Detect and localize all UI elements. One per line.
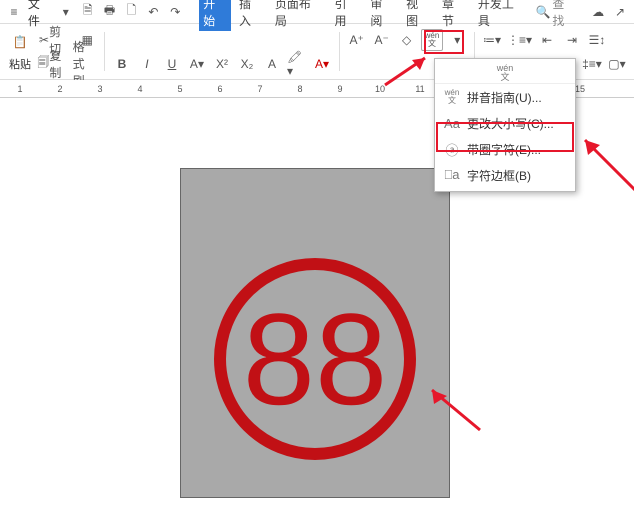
tab-pagelayout[interactable]: 页面布局 <box>271 0 327 31</box>
ruler-number: 11 <box>415 84 424 94</box>
ruler-number: 1 <box>17 84 22 94</box>
ruler-number: 8 <box>297 84 302 94</box>
ruler-number: 2 <box>57 84 62 94</box>
menu-enclosed-character[interactable]: ⓐ 带圈字符(E)... <box>435 136 575 162</box>
font-dropdown[interactable]: A▾ <box>186 53 208 75</box>
dropdown-header: wén文 <box>435 62 575 84</box>
line-spacing-button[interactable]: ‡≡▾ <box>581 53 603 75</box>
doc-icon[interactable]: 🗎 <box>80 4 96 20</box>
ruler-number: 7 <box>257 84 262 94</box>
undo-icon[interactable]: ↶ <box>145 4 161 20</box>
change-case-icon: Aa <box>443 116 461 131</box>
ruler-number: 5 <box>177 84 182 94</box>
tab-devtools[interactable]: 开发工具 <box>474 0 530 31</box>
preview-icon[interactable]: 🗋 <box>124 4 140 20</box>
subscript-button[interactable]: X₂ <box>236 53 258 75</box>
indent-dec-button[interactable]: ⇤ <box>536 29 558 51</box>
char-border-icon: ⎕a <box>443 167 461 183</box>
text-effect-button[interactable]: A <box>261 53 283 75</box>
phonetic-guide-button[interactable]: wén 文 <box>421 29 444 51</box>
cloud-icon[interactable]: ☁ <box>590 4 606 20</box>
search-box[interactable]: 🔍 查找 <box>535 0 576 29</box>
underline-button[interactable]: U <box>161 53 183 75</box>
tab-insert[interactable]: 插入 <box>235 0 267 31</box>
phonetic-dropdown-arrow[interactable]: ▾ <box>446 29 468 51</box>
dropdown-icon[interactable]: ▾ <box>58 4 74 20</box>
bullet-list-button[interactable]: ≔▾ <box>481 29 503 51</box>
copy-icon: 🗐 <box>37 53 49 74</box>
menu-change-case-label: 更改大小写(C)... <box>467 115 554 132</box>
pinyin-small-icon: wén文 <box>443 89 461 105</box>
print-icon[interactable]: 🖶 <box>102 4 118 20</box>
menu-character-border[interactable]: ⎕a 字符边框(B) <box>435 162 575 188</box>
italic-button[interactable]: I <box>136 53 158 75</box>
tab-references[interactable]: 引用 <box>331 0 363 31</box>
tab-section[interactable]: 章节 <box>438 0 470 31</box>
search-label: 查找 <box>552 0 576 29</box>
menubar: ≡ 文件 ▾ 🗎 🖶 🗋 ↶ ↷ 开始 插入 页面布局 引用 审阅 视图 章节 … <box>0 0 634 24</box>
shading-button[interactable]: ▢▾ <box>606 53 628 75</box>
ruler-number: 9 <box>337 84 342 94</box>
page[interactable]: 88 <box>180 168 450 498</box>
ruler-number: 10 <box>375 84 385 94</box>
ruler-number: 3 <box>97 84 102 94</box>
tab-review[interactable]: 审阅 <box>366 0 398 31</box>
copy-button[interactable]: 🗐复制 <box>34 53 65 75</box>
ruler-number: 4 <box>137 84 142 94</box>
tab-view[interactable]: 视图 <box>402 0 434 31</box>
clipboard-icon: 📋 <box>6 28 34 56</box>
menu-change-case[interactable]: Aa 更改大小写(C)... <box>435 110 575 136</box>
svg-text:88: 88 <box>243 286 388 432</box>
phonetic-dropdown-menu: wén文 wén文 拼音指南(U)... Aa 更改大小写(C)... ⓐ 带圈… <box>434 58 576 192</box>
enclosed-character: 88 <box>210 254 420 464</box>
paste-label: 粘贴 <box>9 56 31 72</box>
format-painter-button[interactable]: 格式刷 <box>68 53 99 75</box>
menu-char-border-label: 字符边框(B) <box>467 167 531 184</box>
clear-format-button[interactable]: ◇ <box>396 29 418 51</box>
increase-font-button[interactable]: A⁺ <box>346 29 368 51</box>
number-list-button[interactable]: ⋮≡▾ <box>506 29 533 51</box>
menu-pinyin-label: 拼音指南(U)... <box>467 89 542 106</box>
sort-button[interactable]: ☰↕ <box>586 29 608 51</box>
menu-pinyin-guide[interactable]: wén文 拼音指南(U)... <box>435 84 575 110</box>
redo-icon[interactable]: ↷ <box>167 4 183 20</box>
hamburger-icon[interactable]: ≡ <box>6 4 22 20</box>
superscript-button[interactable]: X² <box>211 53 233 75</box>
decrease-font-button[interactable]: A⁻ <box>371 29 393 51</box>
search-icon: 🔍 <box>535 5 550 19</box>
ribbon-tabs: 开始 插入 页面布局 引用 审阅 视图 章节 开发工具 <box>199 0 529 31</box>
menu-enclosed-char-label: 带圈字符(E)... <box>467 141 541 158</box>
scissors-icon: ✂ <box>39 33 49 47</box>
ruler-number: 6 <box>217 84 222 94</box>
ruler-number: 15 <box>575 84 585 94</box>
paste-button[interactable]: 📋 粘贴 <box>6 28 34 75</box>
tab-start[interactable]: 开始 <box>199 0 231 31</box>
bold-button[interactable]: B <box>111 53 133 75</box>
indent-inc-button[interactable]: ⇥ <box>561 29 583 51</box>
enclosed-char-icon: ⓐ <box>443 140 461 159</box>
highlight-button[interactable]: 🖍▾ <box>286 53 308 75</box>
font-color-button[interactable]: A▾ <box>311 53 333 75</box>
share-icon[interactable]: ↗ <box>612 4 628 20</box>
